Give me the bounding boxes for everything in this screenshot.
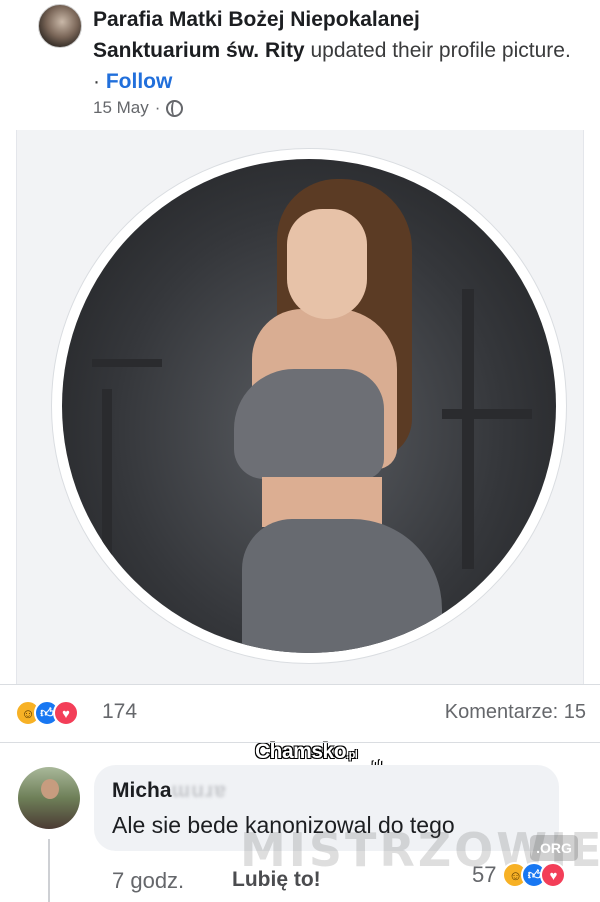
page-name-line1[interactable]: Parafia Matki Bożej Niepokalanej bbox=[93, 8, 420, 31]
comment-like-button[interactable]: Lubię to! bbox=[232, 868, 321, 892]
reactions-bar: ☺ 👍︎ ♥ 174 Komentarze: 15 bbox=[0, 684, 600, 742]
comment-author[interactable]: Michaɯuɹɐ bbox=[112, 779, 227, 803]
commenter-avatar[interactable] bbox=[18, 767, 80, 829]
person-sports-top bbox=[234, 369, 384, 479]
profile-picture-frame[interactable]: Chamsko.pl # bbox=[16, 130, 584, 787]
gym-equipment bbox=[462, 289, 474, 569]
post-date[interactable]: 15 May bbox=[93, 98, 149, 118]
thread-line bbox=[48, 839, 50, 902]
page-avatar[interactable] bbox=[38, 4, 82, 48]
comment-reactions[interactable]: 57 ☺ 👍︎ ♥ bbox=[472, 862, 567, 888]
follow-separator: · bbox=[93, 70, 106, 93]
post-meta: 15 May · bbox=[93, 98, 184, 118]
post-headline: Parafia Matki Bożej Niepokalanej Sanktuar… bbox=[93, 4, 573, 97]
reaction-icons[interactable]: ☺ 👍︎ ♥ bbox=[15, 700, 79, 726]
comment-timestamp[interactable]: 7 godz. bbox=[112, 868, 184, 894]
post-header: Parafia Matki Bożej Niepokalanej Sanktuar… bbox=[0, 0, 600, 130]
love-icon: ♥ bbox=[540, 862, 567, 888]
person-face bbox=[287, 209, 367, 319]
author-name[interactable]: Micha bbox=[112, 779, 172, 802]
page-name-line2[interactable]: Sanktuarium św. Rity bbox=[93, 39, 305, 62]
comments-count[interactable]: Komentarze: 15 bbox=[445, 701, 586, 724]
gym-equipment bbox=[92, 359, 162, 367]
comment-reaction-count: 57 bbox=[472, 862, 497, 887]
author-name-blurred: ɯuɹɐ bbox=[171, 779, 227, 802]
profile-picture-photo[interactable] bbox=[62, 159, 556, 653]
reaction-count[interactable]: 174 bbox=[102, 700, 137, 724]
gym-equipment bbox=[442, 409, 532, 419]
person-leggings bbox=[242, 519, 442, 653]
comment-section: Michaɯuɹɐ Ale sie bede kanonizowal do te… bbox=[0, 742, 600, 902]
post-action-text: updated their profile picture. bbox=[310, 39, 571, 62]
gym-equipment bbox=[102, 389, 112, 569]
love-icon: ♥ bbox=[53, 700, 79, 726]
globe-icon bbox=[166, 99, 184, 117]
mistrzowie-watermark-org: .ORG bbox=[530, 835, 578, 861]
follow-link[interactable]: Follow bbox=[106, 70, 173, 93]
meta-separator: · bbox=[154, 98, 161, 117]
